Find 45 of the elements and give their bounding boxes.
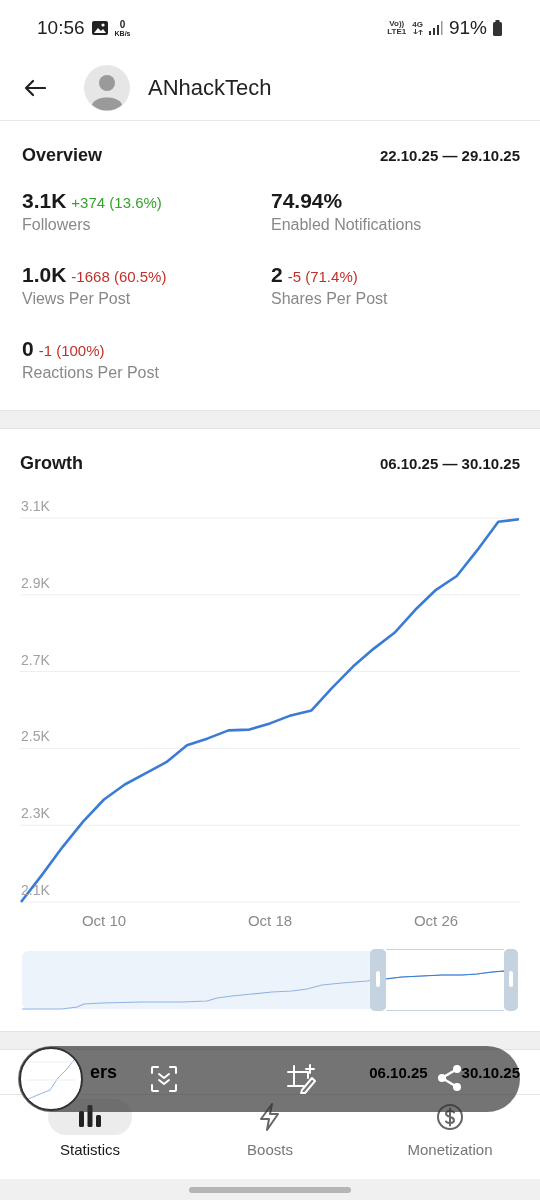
avatar-icon — [84, 65, 130, 111]
stat-value: 2 — [271, 263, 283, 287]
stat-change: +374 (13.6%) — [71, 194, 162, 211]
nav-tab[interactable]: Monetization — [360, 1099, 540, 1179]
nav-tab[interactable]: Boosts — [180, 1099, 360, 1179]
clock-time: 10:56 — [37, 17, 85, 39]
axis-label: Oct 26 — [413, 912, 459, 929]
axis-label: 2.7K — [21, 651, 50, 668]
date-range: 06.10.25 — 30.10.25 — [379, 454, 520, 472]
signal-icon — [428, 21, 443, 35]
date-range: 22.10.25 — 29.10.25 — [379, 146, 520, 164]
stat-change: -1668 (60.5%) — [71, 268, 167, 285]
volte-label: Vo)) — [389, 20, 405, 28]
stat-change: -1 (100%) — [38, 342, 105, 359]
screenshot-thumbnail[interactable] — [19, 1047, 83, 1111]
stat-label: Shares Per Post — [271, 290, 389, 308]
axis-label: 2.3K — [21, 805, 50, 822]
stat-label: Followers — [22, 216, 92, 234]
axis-label: Oct 10 — [81, 912, 127, 929]
stat-label: Views Per Post — [22, 290, 132, 308]
stat-label: Reactions Per Post — [22, 364, 160, 382]
battery-percent: 91% — [448, 17, 487, 39]
stat-label: Enabled Notifications — [271, 216, 423, 234]
date-start: 06.10.25 — [369, 1063, 428, 1081]
stat-value: 1.0K — [22, 263, 67, 287]
gallery-icon — [90, 20, 109, 36]
speed-value: 0 — [119, 19, 126, 30]
stat-value: 0 — [22, 337, 34, 361]
date-end: 30.10.25 — [461, 1063, 520, 1081]
axis-label: Oct 18 — [247, 912, 293, 929]
stat-change: -5 (71.4%) — [287, 268, 358, 285]
lte-label: LTE1 — [387, 28, 407, 36]
axis-label: 2.9K — [21, 574, 50, 591]
dollar-icon — [436, 1103, 464, 1131]
stat-value: 3.1K — [22, 189, 67, 213]
axis-label: 2.5K — [21, 728, 50, 745]
section-title: ers — [90, 1061, 118, 1083]
stat-value: 74.94% — [271, 189, 343, 213]
axis-label: 3.1K — [21, 498, 50, 514]
section-title: Growth — [20, 452, 83, 474]
channel-name: ANhackTech — [148, 75, 272, 101]
battery-icon — [493, 20, 502, 36]
section-title: Overview — [22, 144, 103, 166]
data-arrows-icon — [412, 29, 423, 35]
network-label: 4G — [412, 21, 423, 29]
